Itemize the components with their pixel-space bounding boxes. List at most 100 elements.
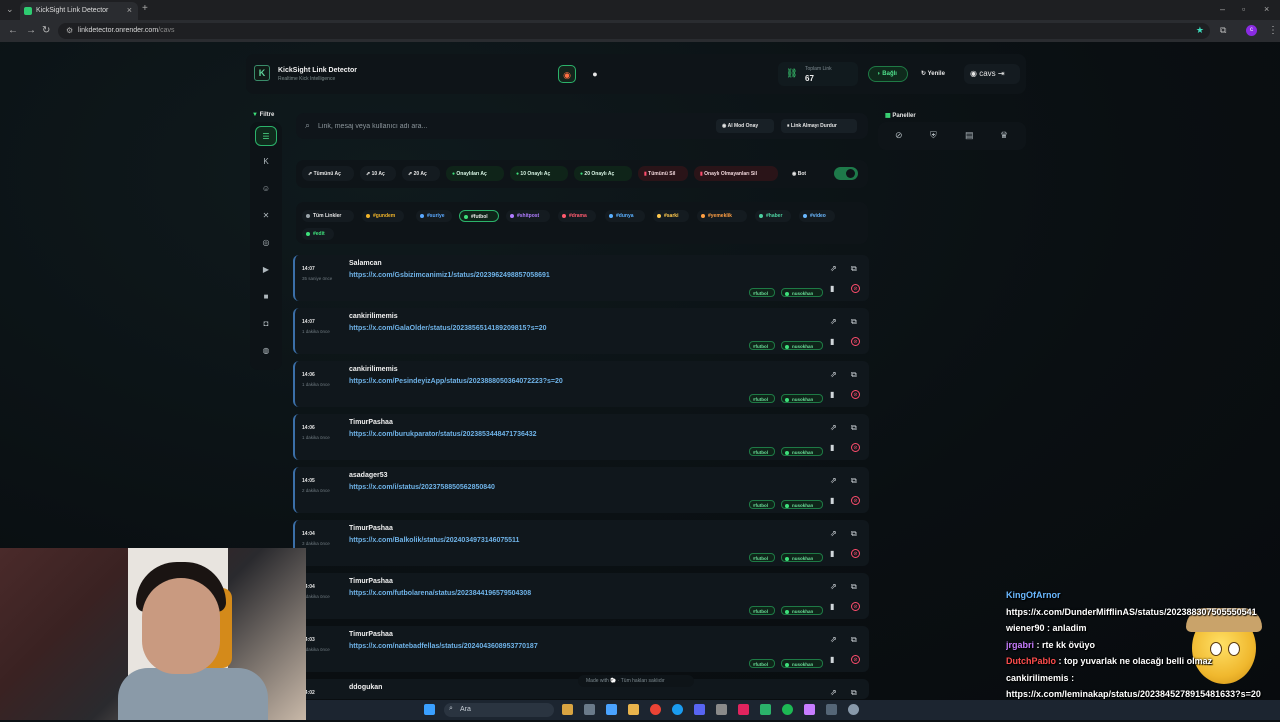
bot-toggle[interactable] — [834, 167, 858, 180]
app-icon[interactable] — [738, 704, 749, 715]
browser-menu-icon[interactable]: ⋮ — [1268, 25, 1278, 36]
tag-chip[interactable]: #edit — [302, 228, 334, 240]
connected-button[interactable]: ◗ Bağlı — [868, 66, 908, 82]
tag-chip[interactable]: #dunya — [605, 210, 645, 222]
trash-icon[interactable]: ▮ — [830, 443, 834, 452]
app-icon[interactable] — [848, 704, 859, 715]
tab-list-icon[interactable]: ⌄ — [6, 4, 14, 15]
card-link[interactable]: https://x.com/GalaOlder/status/202385651… — [349, 325, 546, 332]
open-link-icon[interactable]: ⇗ — [830, 370, 837, 379]
copy-icon[interactable]: ⧉ — [851, 423, 857, 433]
trash-icon[interactable]: ▮ — [830, 284, 834, 293]
ban-panel-icon[interactable]: ⊘ — [895, 130, 903, 141]
delete-unapproved-button[interactable]: ▮ Onaylı Olmayanları Sil — [694, 166, 778, 181]
globe-icon[interactable]: ◍ — [255, 341, 277, 361]
instagram-icon[interactable]: ◎ — [255, 233, 277, 253]
open-link-icon[interactable]: ⇗ — [830, 264, 837, 273]
app-icon[interactable] — [584, 704, 595, 715]
trophy-panel-icon[interactable]: ♛ — [1000, 130, 1008, 141]
refresh-button[interactable]: ↻ Yenile — [918, 66, 954, 82]
tag-chip[interactable]: #shitpost — [506, 210, 550, 222]
open-link-icon[interactable]: ⇗ — [830, 317, 837, 326]
ban-icon[interactable]: ⊘ — [851, 390, 860, 399]
address-bar[interactable]: ⚙ linkdetector.onrender.com/cavs ★ — [58, 23, 1210, 39]
extensions-icon[interactable]: ⧉ — [1220, 25, 1226, 36]
camera-icon[interactable]: ◘ — [255, 314, 277, 334]
tag-chip[interactable]: #sarki — [653, 210, 689, 222]
reload-icon[interactable]: ↻ — [42, 25, 50, 36]
spotify-icon[interactable] — [782, 704, 793, 715]
taskbar-search[interactable]: ⌕Ara — [444, 703, 554, 717]
trash-icon[interactable]: ▮ — [830, 602, 834, 611]
chrome-icon[interactable] — [650, 704, 661, 715]
tag-chip[interactable]: #video — [799, 210, 835, 222]
bookmark-star-icon[interactable]: ★ — [1196, 25, 1204, 36]
chrome-extension-icon[interactable]: ◉ — [558, 65, 576, 83]
trash-icon[interactable]: ▮ — [830, 549, 834, 558]
card-link[interactable]: https://x.com/burukparator/status/202385… — [349, 431, 537, 438]
tag-chip[interactable]: #yemeklik — [697, 210, 747, 222]
ban-icon[interactable]: ⊘ — [851, 549, 860, 558]
delete-all-button[interactable]: ▮ Tümünü Sil — [638, 166, 688, 181]
app-icon[interactable] — [760, 704, 771, 715]
tag-chip[interactable]: #futbol — [459, 210, 499, 222]
tag-chip[interactable]: Tüm Linkler — [302, 210, 354, 222]
trash-icon[interactable]: ▮ — [830, 390, 834, 399]
app-icon[interactable] — [716, 704, 727, 715]
new-tab-icon[interactable]: + — [142, 3, 148, 14]
open-link-icon[interactable]: ⇗ — [830, 529, 837, 538]
forward-icon[interactable]: → — [26, 25, 36, 36]
youtube-icon[interactable]: ▶ — [255, 260, 277, 280]
video-icon[interactable]: ■ — [255, 287, 277, 307]
card-link[interactable]: https://x.com/PesindeyizApp/status/20238… — [349, 378, 563, 385]
copy-icon[interactable]: ⧉ — [851, 264, 857, 274]
open-link-icon[interactable]: ⇗ — [830, 476, 837, 485]
user-menu[interactable]: ◉ cavs ⇥ — [964, 64, 1020, 84]
open-all-button[interactable]: ⇗ Tümünü Aç — [302, 166, 354, 181]
copy-icon[interactable]: ⧉ — [851, 688, 857, 698]
copy-icon[interactable]: ⧉ — [851, 529, 857, 539]
open-link-icon[interactable]: ⇗ — [830, 582, 837, 591]
app-icon[interactable] — [804, 704, 815, 715]
ban-icon[interactable]: ⊘ — [851, 602, 860, 611]
x-icon[interactable]: ✕ — [255, 206, 277, 226]
trash-icon[interactable]: ▮ — [830, 337, 834, 346]
open-link-icon[interactable]: ⇗ — [830, 635, 837, 644]
tag-chip[interactable]: #suriye — [416, 210, 452, 222]
tag-chip[interactable]: #haber — [755, 210, 791, 222]
browser-tab[interactable]: KickSight Link Detector × — [20, 2, 138, 20]
ai-mod-button[interactable]: ◉ AI Mod Onay — [716, 119, 774, 133]
folder-icon[interactable] — [628, 704, 639, 715]
open-20-button[interactable]: ⇗ 20 Aç — [402, 166, 440, 181]
trash-icon[interactable]: ▮ — [830, 496, 834, 505]
edge-icon[interactable] — [672, 704, 683, 715]
ban-icon[interactable]: ⊘ — [851, 337, 860, 346]
search-input[interactable] — [318, 119, 698, 133]
app-icon[interactable] — [826, 704, 837, 715]
trash-icon[interactable]: ▮ — [830, 655, 834, 664]
tag-chip[interactable]: #gundem — [362, 210, 404, 222]
apple-icon[interactable]: ● — [586, 65, 604, 83]
profile-avatar[interactable]: c — [1246, 25, 1257, 36]
archive-panel-icon[interactable]: ▤ — [965, 130, 974, 141]
copy-icon[interactable]: ⧉ — [851, 317, 857, 327]
ban-icon[interactable]: ⊘ — [851, 443, 860, 452]
tag-chip[interactable]: #drama — [558, 210, 596, 222]
kick-icon[interactable]: K — [255, 152, 277, 172]
open-link-icon[interactable]: ⇗ — [830, 423, 837, 432]
open-link-icon[interactable]: ⇗ — [830, 688, 837, 697]
logout-icon[interactable]: ⇥ — [998, 69, 1005, 78]
site-info-icon[interactable]: ⚙ — [66, 26, 73, 35]
card-link[interactable]: https://x.com/Balkolik/status/2024034973… — [349, 537, 519, 544]
card-link[interactable]: https://x.com/natebadfellas/status/20240… — [349, 643, 538, 650]
maximize-icon[interactable]: ▫ — [1242, 4, 1245, 14]
open-20-approved-button[interactable]: ● 20 Onaylı Aç — [574, 166, 632, 181]
app-icon[interactable] — [562, 704, 573, 715]
copy-icon[interactable]: ⧉ — [851, 582, 857, 592]
open-10-approved-button[interactable]: ● 10 Onaylı Aç — [510, 166, 568, 181]
close-window-icon[interactable]: × — [1264, 4, 1269, 14]
back-icon[interactable]: ← — [8, 25, 18, 36]
app-icon[interactable] — [606, 704, 617, 715]
close-tab-icon[interactable]: × — [127, 5, 132, 15]
ban-icon[interactable]: ⊘ — [851, 284, 860, 293]
